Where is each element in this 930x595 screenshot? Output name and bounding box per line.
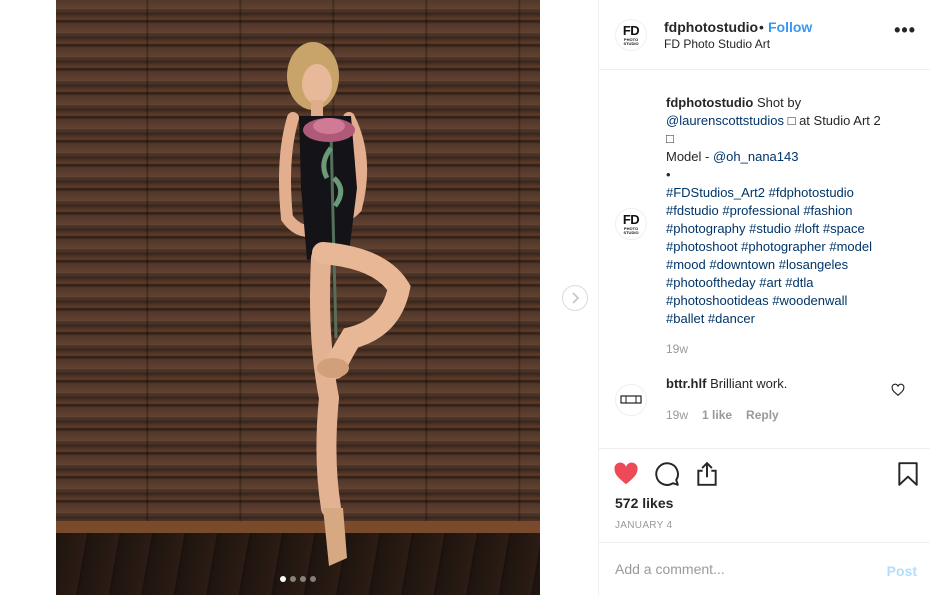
hashtag-line[interactable]: #FDStudios_Art2 #fdphotostudio (666, 184, 916, 202)
comment-input[interactable] (615, 559, 865, 579)
carousel-dots (280, 576, 316, 582)
carousel-dot (310, 576, 316, 582)
hashtag-line[interactable]: #mood #downtown #losangeles (666, 256, 916, 274)
post-actions: 572 likes JANUARY 4 (599, 448, 930, 542)
logo-letters: FD (622, 23, 640, 38)
comment-timestamp[interactable]: 19w (666, 408, 688, 422)
dancer-figure (279, 42, 411, 566)
location-link[interactable]: FD Photo Studio Art (664, 37, 770, 51)
carousel-dot (290, 576, 296, 582)
post-caption: fdphotostudio Shot by @laurenscottstudio… (666, 94, 916, 328)
header-separator: • (759, 19, 764, 35)
caption-text: □ (666, 131, 674, 146)
post-comment-button[interactable]: Post (887, 563, 917, 579)
post-photo[interactable] (56, 0, 540, 595)
model-label: Model - (666, 149, 713, 164)
reply-button[interactable]: Reply (746, 408, 779, 422)
hashtag-line[interactable]: #ballet #dancer (666, 310, 916, 328)
caption-timestamp[interactable]: 19w (666, 342, 688, 356)
more-options-icon[interactable]: ••• (894, 21, 916, 39)
logo-subtitle: PHOTO STUDIO (623, 37, 639, 46)
comment-like-heart-icon[interactable] (891, 383, 905, 397)
hashtag-line[interactable]: #photography #studio #loft #space (666, 220, 916, 238)
caption-text: □ at Studio Art 2 (787, 113, 881, 128)
commenter-avatar[interactable] (615, 384, 647, 416)
caption-avatar[interactable]: FD PHOTO STUDIO (615, 208, 647, 240)
carousel-dot (280, 576, 286, 582)
caption-username[interactable]: fdphotostudio (666, 95, 753, 110)
avatar[interactable]: FD PHOTO STUDIO (615, 19, 647, 51)
comment-icon[interactable] (654, 461, 680, 487)
hashtag-line[interactable]: #photoshoot #photographer #model (666, 238, 916, 256)
post-side-panel: FD PHOTO STUDIO fdphotostudio • Follow F… (598, 0, 930, 595)
follow-button[interactable]: Follow (768, 19, 812, 35)
hashtag-line[interactable]: #photooftheday #art #dtla (666, 274, 916, 292)
carousel-dot (300, 576, 306, 582)
comments-section: FD PHOTO STUDIO fdphotostudio Shot by @l… (599, 70, 930, 448)
next-photo-button[interactable] (562, 285, 588, 311)
like-heart-icon[interactable] (613, 461, 639, 487)
hashtag-line[interactable]: #fdstudio #professional #fashion (666, 202, 916, 220)
likes-count[interactable]: 572 likes (615, 495, 673, 511)
comment-text: Brilliant work. (710, 376, 788, 391)
caption-bullet: • (666, 167, 671, 182)
logo-subtitle: PHOTO STUDIO (623, 226, 639, 235)
comment-meta: 19w 1 like Reply (666, 408, 779, 422)
post-header: FD PHOTO STUDIO fdphotostudio • Follow F… (599, 0, 930, 70)
hashtag-line[interactable]: #photoshootideas #woodenwall (666, 292, 916, 310)
commenter-logo-icon (620, 395, 642, 404)
logo-letters: FD (622, 212, 640, 227)
mention-link[interactable]: @oh_nana143 (713, 149, 799, 164)
add-comment-bar: Post (599, 542, 930, 595)
bookmark-icon[interactable] (895, 461, 921, 487)
share-icon[interactable] (694, 461, 720, 487)
post-date[interactable]: JANUARY 4 (615, 520, 672, 531)
mention-link[interactable]: @laurenscottstudios (666, 113, 784, 128)
comment-item: bttr.hlf Brilliant work. (666, 376, 787, 391)
header-username[interactable]: fdphotostudio (664, 19, 758, 35)
caption-text: Shot by (756, 95, 802, 110)
comment-username[interactable]: bttr.hlf (666, 376, 706, 391)
comment-likes[interactable]: 1 like (702, 408, 732, 422)
chevron-right-icon (572, 292, 580, 304)
